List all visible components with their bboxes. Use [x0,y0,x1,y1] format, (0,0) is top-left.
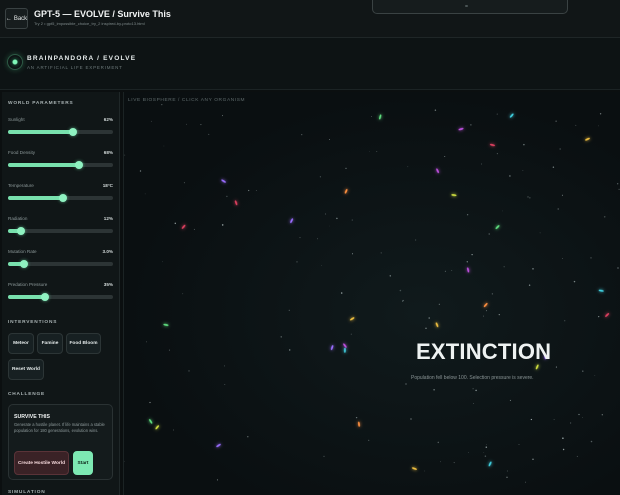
start-button[interactable]: Start [73,451,93,475]
organism[interactable] [605,313,610,318]
popup-dot [465,5,468,7]
organism[interactable] [344,188,348,194]
param-value: 12% [103,216,113,221]
organism[interactable] [436,168,440,174]
predation-pressure-slider[interactable] [8,292,113,301]
extinction-title: EXTINCTION [416,339,552,364]
param-temperature: Temperature 18°C [8,183,113,207]
biosphere-label: LIVE BIOSPHERE / CLICK ANY ORGANISM [128,98,246,103]
param-value: 3.0% [102,249,113,254]
organism[interactable] [488,461,492,467]
page-subtitle: Try 2 • gpt5_impossible_choice_try_2 ins… [34,21,145,26]
organism[interactable] [234,200,238,206]
organism[interactable] [330,345,334,351]
param-predation-pressure: Predation Pressure 35% [8,282,113,306]
food-bloom-button[interactable]: Food Bloom [66,333,101,354]
biosphere-canvas[interactable]: LIVE BIOSPHERE / CLICK ANY ORGANISM EXTI… [123,92,620,495]
meteor-button[interactable]: Meteor [8,333,34,354]
reset-world-button[interactable]: Reset World [8,359,44,380]
back-button[interactable]: ← Back [5,8,28,29]
param-label: Temperature [8,183,34,188]
param-label: Food Density [8,150,36,155]
world-parameters-title: WORLD PARAMETERS [8,101,74,106]
param-mutation-rate: Mutation Rate 3.0% [8,249,113,273]
param-label: Sunlight [8,117,25,122]
page-title: GPT-5 — EVOLVE / Survive This [34,9,171,19]
param-label: Predation Pressure [8,282,48,287]
slider-thumb[interactable] [58,193,67,202]
back-button-label: Back [13,15,28,22]
brand-header: BRAINPANDORA / EVOLVE AN ARTIFICIAL LIFE… [0,38,620,90]
organism[interactable] [585,137,590,141]
param-sunlight: Sunlight 62% [8,117,113,141]
organism[interactable] [221,179,226,183]
create-hostile-world-button[interactable]: Create Hostile World [14,451,69,475]
slider-thumb[interactable] [75,160,84,169]
organism[interactable] [290,218,294,224]
temperature-slider[interactable] [8,193,113,202]
organism[interactable] [435,322,439,328]
control-sidebar: WORLD PARAMETERS Sunlight 62% Food Densi… [2,92,120,495]
organism[interactable] [411,467,418,470]
param-label: Mutation Rate [8,249,37,254]
organism[interactable] [155,425,160,430]
sunlight-slider[interactable] [8,127,113,136]
slider-thumb[interactable] [16,226,25,235]
organism[interactable] [489,143,495,147]
organism[interactable] [451,194,457,197]
mutation-rate-slider[interactable] [8,259,113,268]
param-radiation: Radiation 12% [8,216,113,240]
organism[interactable] [349,317,355,321]
slider-thumb[interactable] [19,259,28,268]
arrow-left-icon: ← [5,15,12,22]
organism[interactable] [216,443,221,448]
challenge-card: SURVIVE THIS Generate a hostile planet. … [8,404,113,480]
food-density-slider[interactable] [8,160,113,169]
challenge-title: CHALLENGE [8,392,46,397]
organism[interactable] [379,114,382,120]
param-value: 68% [103,150,113,155]
extinction-subtitle: Population fell below 100. Selection pre… [411,375,534,381]
param-value: 18°C [102,183,113,188]
brand-tagline: AN ARTIFICIAL LIFE EXPERIMENT [27,65,123,70]
organism[interactable] [458,127,464,131]
organism[interactable] [149,419,153,424]
organism-layer [149,113,610,470]
famine-button[interactable]: Famine [37,333,63,354]
organism[interactable] [181,224,186,229]
slider-thumb[interactable] [69,127,78,136]
top-bar: ← Back GPT-5 — EVOLVE / Survive This Try… [0,0,620,38]
param-value: 35% [103,282,113,287]
simulation-title: SIMULATION [8,490,46,495]
brand-name: BRAINPANDORA / EVOLVE [27,55,137,62]
interventions-title: INTERVENTIONS [8,320,58,325]
organism[interactable] [163,323,169,327]
challenge-heading: SURVIVE THIS [14,414,50,420]
organism[interactable] [495,225,500,230]
challenge-description: Generate a hostile planet. If life maint… [14,422,105,433]
param-food-density: Food Density 68% [8,150,113,174]
organism[interactable] [467,267,470,273]
organism[interactable] [598,289,604,292]
radiation-slider[interactable] [8,226,113,235]
organism[interactable] [358,421,360,427]
param-label: Radiation [8,216,28,221]
organism[interactable] [343,343,348,348]
param-value: 62% [103,117,113,122]
organism[interactable] [509,113,514,118]
brand-logo-icon [7,54,23,70]
slider-thumb[interactable] [40,292,49,301]
organism[interactable] [483,302,488,308]
organism[interactable] [343,347,346,353]
top-popup-panel [372,0,568,14]
